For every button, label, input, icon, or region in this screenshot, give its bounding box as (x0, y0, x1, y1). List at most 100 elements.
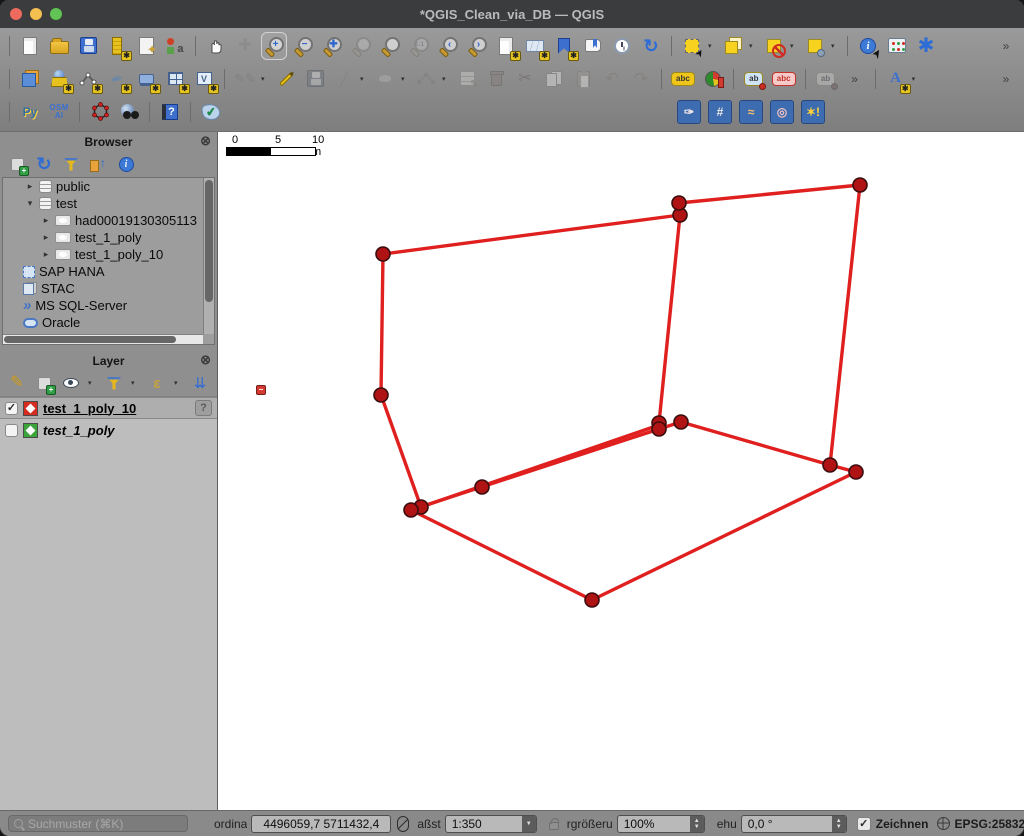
fox-plugin-icon[interactable]: ≈ (738, 99, 764, 125)
browser-horizontal-scrollbar[interactable] (3, 334, 203, 344)
browser-item-had00019130305113[interactable]: ▸had00019130305113 (3, 212, 214, 229)
copy-features-icon[interactable] (542, 66, 566, 92)
layer-row-test-1-poly-10[interactable]: ✓test_1_poly_10? (0, 397, 217, 419)
statistical-summary-icon[interactable] (885, 33, 909, 59)
pin-labels-icon[interactable]: ab (742, 66, 766, 92)
browser-vertical-scrollbar[interactable] (203, 178, 214, 334)
search-input[interactable]: Suchmuster (⌘K) (8, 815, 188, 832)
filter-by-expression-dropdown-icon[interactable]: ▾ (174, 379, 182, 387)
digitize-segment-dropdown-icon[interactable]: ▾ (360, 75, 368, 83)
python-console-icon[interactable]: Py (18, 99, 42, 125)
deselect-features-dropdown-icon[interactable]: ▾ (790, 42, 798, 50)
new-spatialite-icon[interactable]: ✒✱ (105, 66, 129, 92)
move-label-icon[interactable]: ab (814, 66, 838, 92)
new-project-icon[interactable] (18, 33, 42, 59)
extent-tracking-icon[interactable] (397, 816, 409, 832)
browser-item-sap-hana[interactable]: SAP HANA (3, 263, 214, 280)
browser-item-public[interactable]: ▸public (3, 178, 214, 195)
pan-to-selection-icon[interactable]: ✚ (233, 33, 257, 59)
new-mesh-layer-icon[interactable]: V✱ (192, 66, 216, 92)
scale-combobox[interactable]: 1:350 ▼ (445, 815, 537, 833)
properties-widget-icon[interactable]: i (117, 154, 135, 174)
toggle-editing-icon[interactable] (274, 66, 298, 92)
label-toolbar-extension-icon[interactable]: » (843, 66, 867, 92)
render-checkbox[interactable]: ✓ (857, 817, 871, 831)
coordinate-input[interactable]: 4496059,7 5711432,4 (251, 815, 391, 833)
temporal-controller-icon[interactable] (610, 33, 634, 59)
vertex-tool-dropdown-icon[interactable]: ▾ (442, 75, 450, 83)
map-canvas[interactable]: 0 5 10 m (218, 132, 1024, 810)
expander-icon[interactable]: ▸ (41, 249, 51, 260)
select-by-location-icon[interactable] (803, 33, 827, 59)
project-properties-icon[interactable] (134, 33, 158, 59)
undo-icon[interactable]: ↶ (600, 66, 624, 92)
unknown-crs-badge[interactable]: ? (195, 400, 212, 416)
browser-item-oracle[interactable]: Oracle (3, 314, 214, 331)
overlap-circles-plugin-icon[interactable]: ◎ (769, 99, 795, 125)
layer-close-icon[interactable]: ⊗ (200, 353, 211, 366)
manage-map-themes-dropdown-icon[interactable]: ▾ (88, 379, 96, 387)
zoom-out-icon[interactable]: − (291, 33, 315, 59)
digitize-segment-icon[interactable]: ╱ (332, 66, 356, 92)
zoom-next-icon[interactable]: › (465, 33, 489, 59)
expander-icon[interactable]: ▾ (25, 198, 35, 209)
star-warning-plugin-icon[interactable]: ✶! (800, 99, 826, 125)
zoom-to-layer-icon[interactable] (378, 33, 402, 59)
layer-diagram-icon[interactable] (701, 66, 725, 92)
osm-ai-icon[interactable]: OSMAI (47, 99, 71, 125)
filter-legend-icon[interactable] (105, 373, 123, 393)
style-manager-icon[interactable]: a (163, 33, 187, 59)
hash-plugin-icon[interactable]: # (707, 99, 733, 125)
help-icon[interactable]: ? (158, 99, 182, 125)
annotation-icon[interactable]: A✱ (884, 66, 908, 92)
zoom-native-resolution-icon[interactable]: 1:1 (407, 33, 431, 59)
filter-legend-dropdown-icon[interactable]: ▾ (131, 379, 139, 387)
close-button[interactable] (10, 8, 22, 20)
new-memory-layer-icon[interactable]: ✱ (134, 66, 158, 92)
select-features-by-value-dropdown-icon[interactable]: ▾ (749, 42, 757, 50)
new-map-view-icon[interactable]: ✱ (494, 33, 518, 59)
layer-visibility-checkbox[interactable] (5, 424, 18, 437)
vertex-tool-icon[interactable] (414, 66, 438, 92)
annotation-toolbar-extension-icon[interactable]: » (994, 66, 1018, 92)
refresh-browser-icon[interactable]: ↻ (35, 154, 53, 174)
browser-item-stac[interactable]: STAC (3, 280, 214, 297)
new-geopackage-icon[interactable]: ✱ (47, 66, 71, 92)
modify-attributes-icon[interactable] (455, 66, 479, 92)
open-layer-styling-icon[interactable]: ✎ (8, 373, 26, 393)
browser-item-test-1-poly-10[interactable]: ▸test_1_poly_10 (3, 246, 214, 263)
current-edits-icon[interactable]: ✎✎ (233, 66, 257, 92)
digitizing-hexagon-icon[interactable] (88, 99, 112, 125)
redo-icon[interactable]: ↷ (629, 66, 653, 92)
magnifier-spinner-icon[interactable]: ▲▼ (690, 816, 704, 832)
select-features-dropdown-icon[interactable]: ▾ (708, 42, 716, 50)
add-group-icon[interactable]: + (35, 373, 53, 393)
osm-place-search-icon[interactable] (117, 99, 141, 125)
show-bookmarks-icon[interactable] (581, 33, 605, 59)
new-virtual-layer-icon[interactable]: ✱ (163, 66, 187, 92)
zoom-last-icon[interactable]: ‹ (436, 33, 460, 59)
shape-digitizing-icon[interactable] (373, 66, 397, 92)
new-3d-map-view-icon[interactable]: ✱ (523, 33, 547, 59)
zoom-full-extent-icon[interactable]: ✚ (320, 33, 344, 59)
new-shapefile-icon[interactable]: ✱ (76, 66, 100, 92)
layer-visibility-checkbox[interactable]: ✓ (5, 402, 18, 415)
browser-item-test-1-poly[interactable]: ▸test_1_poly (3, 229, 214, 246)
expander-icon[interactable]: ▸ (41, 232, 51, 243)
save-edits-icon[interactable] (303, 66, 327, 92)
paste-features-icon[interactable] (571, 66, 595, 92)
lock-scale-icon[interactable] (549, 822, 559, 830)
current-edits-dropdown-icon[interactable]: ▾ (261, 75, 269, 83)
rotation-spinner-icon[interactable]: ▲▼ (832, 816, 846, 832)
magnifier-spinbox[interactable]: 100% ▲▼ (617, 815, 705, 833)
minimize-button[interactable] (30, 8, 42, 20)
layer-row-test-1-poly[interactable]: test_1_poly (0, 419, 217, 441)
pan-map-icon[interactable] (204, 33, 228, 59)
scale-dropdown-icon[interactable]: ▼ (522, 816, 536, 832)
browser-item-test[interactable]: ▾test (3, 195, 214, 212)
manage-map-themes-icon[interactable] (62, 373, 80, 393)
add-selected-layers-icon[interactable]: + (8, 154, 26, 174)
collapse-all-icon[interactable] (89, 154, 108, 174)
deselect-features-icon[interactable] (762, 33, 786, 59)
shape-digitizing-dropdown-icon[interactable]: ▾ (401, 75, 409, 83)
